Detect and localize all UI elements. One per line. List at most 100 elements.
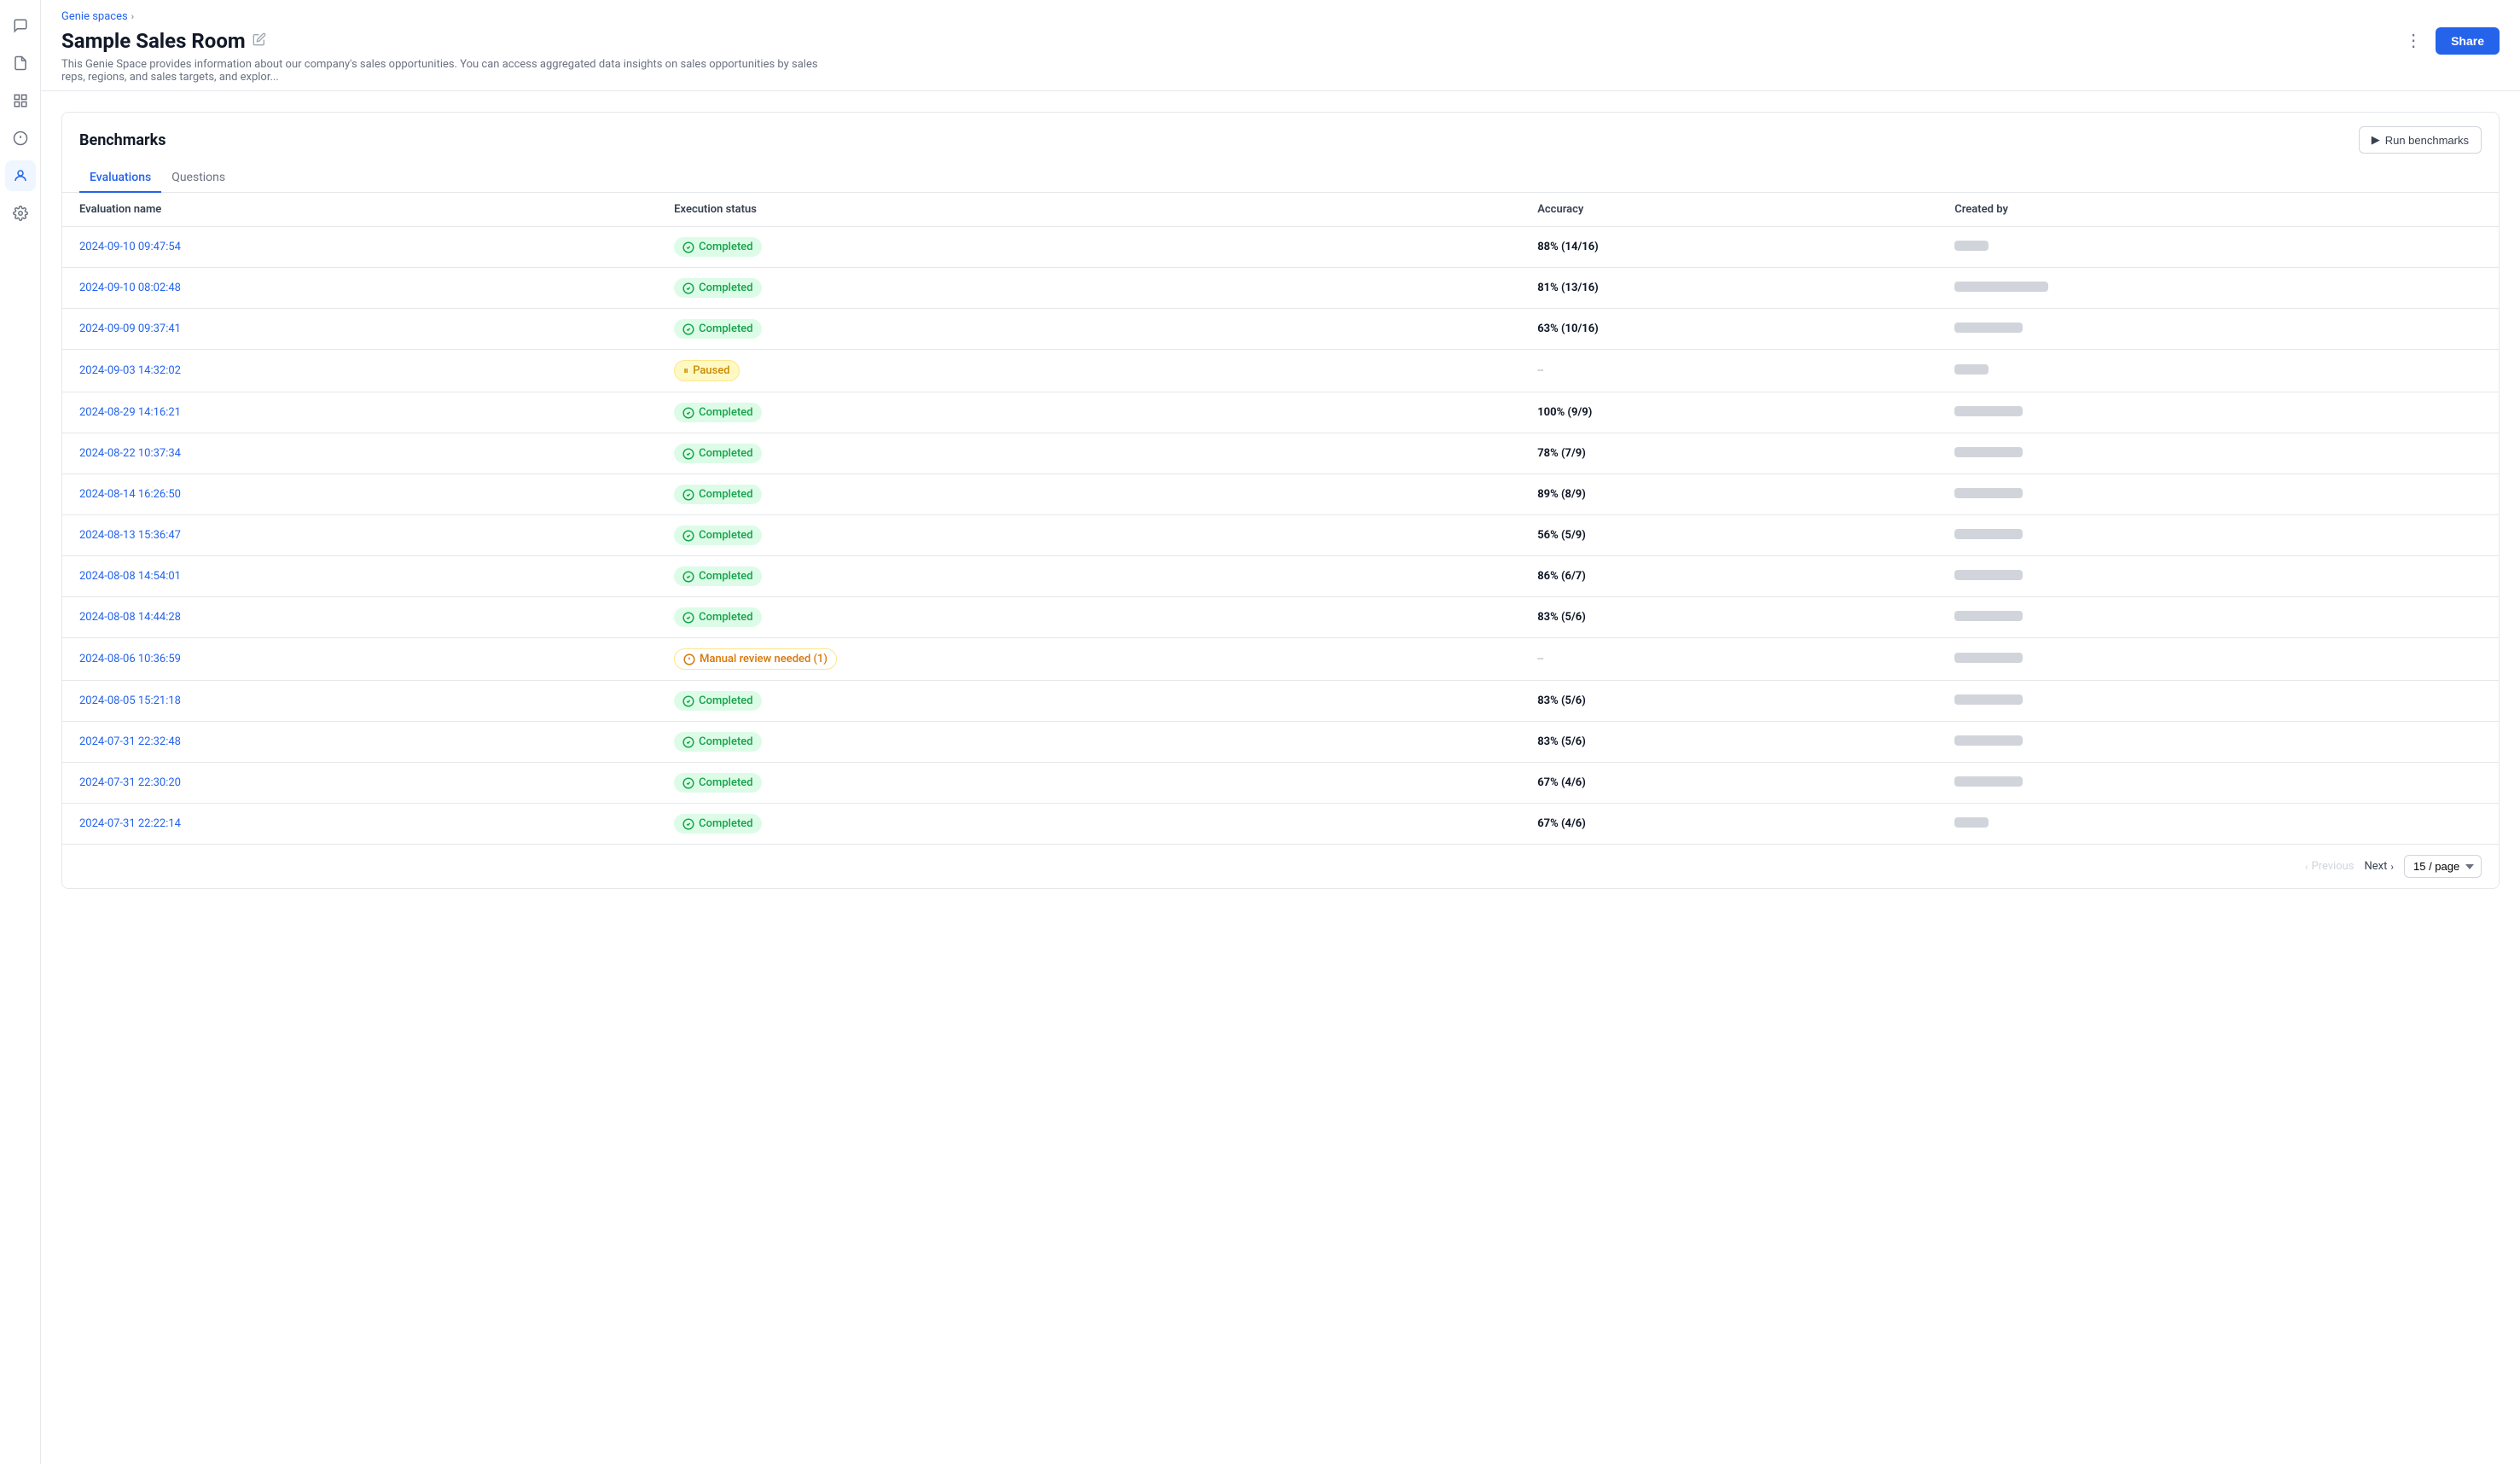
eval-link[interactable]: 2024-08-13 15:36:47 [79, 529, 181, 542]
table-row: 2024-07-31 22:22:14 Completed67% (4/6) [62, 804, 2499, 845]
eval-link[interactable]: 2024-08-22 10:37:34 [79, 447, 181, 460]
status-badge: Completed [674, 485, 761, 504]
created-by-bar [1954, 529, 2023, 539]
col-header-created: Created by [1937, 193, 2499, 227]
eval-name-cell: 2024-08-22 10:37:34 [62, 433, 657, 474]
eval-accuracy-cell: 83% (5/6) [1520, 722, 1937, 763]
status-badge: ⏸ Paused [674, 360, 739, 381]
sidebar-icon-grid[interactable] [5, 85, 36, 116]
eval-link[interactable]: 2024-09-10 09:47:54 [79, 241, 181, 253]
eval-link[interactable]: 2024-08-08 14:44:28 [79, 611, 181, 624]
tab-questions[interactable]: Questions [161, 164, 235, 193]
eval-created-cell [1937, 227, 2499, 268]
eval-link[interactable]: 2024-09-03 14:32:02 [79, 364, 181, 377]
eval-accuracy-cell: -- [1520, 638, 1937, 681]
eval-link[interactable]: 2024-09-09 09:37:41 [79, 322, 181, 335]
created-by-bar [1954, 611, 2023, 621]
eval-accuracy-cell: 86% (6/7) [1520, 556, 1937, 597]
created-by-bar [1954, 241, 1989, 251]
run-benchmarks-button[interactable]: ▶ Run benchmarks [2359, 126, 2482, 154]
more-button[interactable]: ⋮ [2398, 26, 2429, 55]
sidebar-icon-badge[interactable] [5, 160, 36, 191]
table-body: 2024-09-10 09:47:54 Completed88% (14/16)… [62, 227, 2499, 845]
eval-created-cell [1937, 556, 2499, 597]
eval-status-cell: Completed [657, 433, 1520, 474]
eval-name-cell: 2024-09-10 09:47:54 [62, 227, 657, 268]
next-chevron: › [2390, 861, 2394, 873]
tab-evaluations[interactable]: Evaluations [79, 164, 161, 193]
top-header: Genie spaces › Sample Sales Room ⋮ Share… [41, 0, 2520, 91]
eval-link[interactable]: 2024-08-14 16:26:50 [79, 488, 181, 501]
edit-icon[interactable] [253, 32, 266, 49]
sidebar-icon-chat[interactable] [5, 10, 36, 41]
status-badge: Completed [674, 319, 761, 339]
breadcrumb[interactable]: Genie spaces › [61, 10, 2500, 23]
sidebar-icon-document[interactable] [5, 48, 36, 78]
eval-accuracy-cell: 67% (4/6) [1520, 763, 1937, 804]
created-by-bar [1954, 653, 2023, 663]
next-button[interactable]: Next › [2365, 860, 2394, 873]
created-by-bar [1954, 447, 2023, 457]
eval-created-cell [1937, 392, 2499, 433]
eval-link[interactable]: 2024-07-31 22:30:20 [79, 776, 181, 789]
sidebar-icon-settings[interactable] [5, 198, 36, 229]
eval-status-cell: Completed [657, 722, 1520, 763]
page-description: This Genie Space provides information ab… [61, 58, 829, 84]
eval-created-cell [1937, 515, 2499, 556]
created-by-bar [1954, 570, 2023, 580]
table-row: 2024-08-22 10:37:34 Completed78% (7/9) [62, 433, 2499, 474]
previous-button[interactable]: ‹ Previous [2305, 860, 2355, 873]
page-title-row: Sample Sales Room ⋮ Share [61, 26, 2500, 55]
table-row: 2024-08-13 15:36:47 Completed56% (5/9) [62, 515, 2499, 556]
col-header-accuracy: Accuracy [1520, 193, 1937, 227]
eval-link[interactable]: 2024-07-31 22:22:14 [79, 817, 181, 830]
eval-created-cell [1937, 722, 2499, 763]
eval-name-cell: 2024-07-31 22:30:20 [62, 763, 657, 804]
eval-created-cell [1937, 638, 2499, 681]
eval-accuracy-cell: 83% (5/6) [1520, 597, 1937, 638]
status-badge: Completed [674, 814, 761, 834]
page-size-select[interactable]: 15 / page 10 / page 25 / page 50 / page [2404, 855, 2482, 878]
benchmarks-header: Benchmarks ▶ Run benchmarks [62, 113, 2499, 154]
eval-link[interactable]: 2024-07-31 22:32:48 [79, 735, 181, 748]
eval-name-cell: 2024-07-31 22:32:48 [62, 722, 657, 763]
eval-status-cell: Completed [657, 763, 1520, 804]
status-badge: Completed [674, 773, 761, 793]
eval-created-cell [1937, 681, 2499, 722]
eval-link[interactable]: 2024-08-05 15:21:18 [79, 694, 181, 707]
eval-status-cell: Completed [657, 804, 1520, 845]
content-area: Benchmarks ▶ Run benchmarks Evaluations … [41, 91, 2520, 1464]
eval-name-cell: 2024-09-09 09:37:41 [62, 309, 657, 350]
table-row: 2024-09-09 09:37:41 Completed63% (10/16) [62, 309, 2499, 350]
created-by-bar [1954, 694, 2023, 705]
eval-created-cell [1937, 433, 2499, 474]
page-title: Sample Sales Room [61, 29, 246, 53]
status-badge: Completed [674, 444, 761, 463]
status-badge: Completed [674, 732, 761, 752]
eval-status-cell: Completed [657, 474, 1520, 515]
eval-status-cell: Completed [657, 515, 1520, 556]
eval-name-cell: 2024-08-06 10:36:59 [62, 638, 657, 681]
sidebar-icon-alert[interactable] [5, 123, 36, 154]
eval-name-cell: 2024-07-31 22:22:14 [62, 804, 657, 845]
eval-accuracy-cell: 56% (5/9) [1520, 515, 1937, 556]
eval-link[interactable]: 2024-08-08 14:54:01 [79, 570, 181, 583]
table-row: 2024-08-05 15:21:18 Completed83% (5/6) [62, 681, 2499, 722]
app-layout: Genie spaces › Sample Sales Room ⋮ Share… [0, 0, 2520, 1464]
eval-name-cell: 2024-08-05 15:21:18 [62, 681, 657, 722]
eval-link[interactable]: 2024-09-10 08:02:48 [79, 282, 181, 294]
breadcrumb-chevron: › [131, 11, 134, 22]
eval-link[interactable]: 2024-08-29 14:16:21 [79, 406, 181, 419]
eval-name-cell: 2024-08-08 14:44:28 [62, 597, 657, 638]
share-button[interactable]: Share [2436, 27, 2500, 55]
eval-name-cell: 2024-08-29 14:16:21 [62, 392, 657, 433]
created-by-bar [1954, 488, 2023, 498]
next-label: Next [2365, 860, 2388, 873]
created-by-bar [1954, 735, 2023, 746]
table-row: 2024-09-03 14:32:02⏸ Paused-- [62, 350, 2499, 392]
table-header: Evaluation name Execution status Accurac… [62, 193, 2499, 227]
eval-status-cell: Manual review needed (1) [657, 638, 1520, 681]
main-content: Genie spaces › Sample Sales Room ⋮ Share… [41, 0, 2520, 1464]
eval-name-cell: 2024-09-10 08:02:48 [62, 268, 657, 309]
eval-link[interactable]: 2024-08-06 10:36:59 [79, 653, 181, 665]
